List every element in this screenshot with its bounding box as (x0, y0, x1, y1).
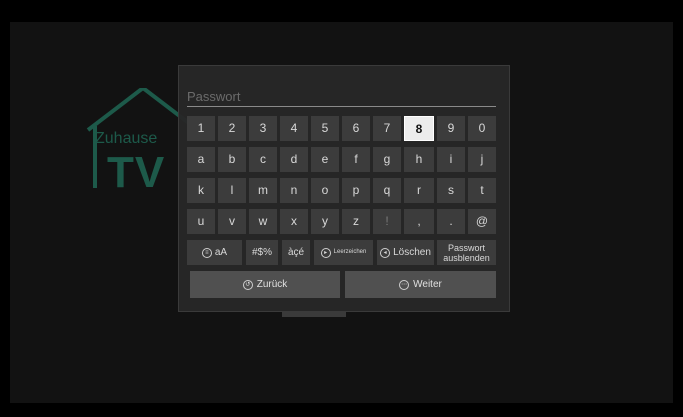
hide-password-key[interactable]: Passwort ausblenden (437, 240, 496, 265)
key-u[interactable]: u (187, 209, 215, 234)
key-1[interactable]: 1 (187, 116, 215, 141)
key-w[interactable]: w (249, 209, 277, 234)
key-t[interactable]: t (468, 178, 496, 203)
key-6[interactable]: 6 (342, 116, 370, 141)
key-o[interactable]: o (311, 178, 339, 203)
key-7[interactable]: 7 (373, 116, 401, 141)
case-toggle-key[interactable]: ≡ aA (187, 240, 242, 265)
next-button[interactable]: ⋯ Weiter (345, 271, 496, 298)
case-toggle-icon: ≡ (201, 247, 212, 258)
space-label: Leerzeichen (333, 249, 367, 255)
key-h[interactable]: h (404, 147, 434, 172)
space-icon: ▸ (320, 247, 331, 258)
brand-line2: TV (107, 148, 166, 197)
key-n[interactable]: n (280, 178, 308, 203)
key-r[interactable]: r (404, 178, 434, 203)
key-exclamation[interactable]: ! (373, 209, 401, 234)
key-f[interactable]: f (342, 147, 370, 172)
key-comma[interactable]: , (404, 209, 434, 234)
next-icon: ⋯ (399, 279, 410, 290)
key-l[interactable]: l (218, 178, 246, 203)
next-label: Weiter (413, 279, 442, 290)
key-v[interactable]: v (218, 209, 246, 234)
accents-label: àçé (287, 247, 305, 258)
space-key[interactable]: ▸ Leerzeichen (314, 240, 373, 265)
key-j[interactable]: j (468, 147, 496, 172)
back-button[interactable]: ↺ Zurück (190, 271, 340, 298)
key-k[interactable]: k (187, 178, 215, 203)
key-b[interactable]: b (218, 147, 246, 172)
key-x[interactable]: x (280, 209, 308, 234)
key-q[interactable]: q (373, 178, 401, 203)
symbols-key[interactable]: #$% (246, 240, 278, 265)
key-period[interactable]: . (437, 209, 465, 234)
key-y[interactable]: y (311, 209, 339, 234)
key-s[interactable]: s (437, 178, 465, 203)
hide-password-line2: ausblenden (443, 252, 490, 263)
hide-password-line1: Passwort (447, 242, 485, 253)
key-4[interactable]: 4 (280, 116, 308, 141)
delete-label: Löschen (393, 247, 431, 258)
symbols-label: #$% (251, 247, 272, 258)
key-3[interactable]: 3 (249, 116, 277, 141)
key-c[interactable]: c (249, 147, 277, 172)
key-a[interactable]: a (187, 147, 215, 172)
panel-handle (282, 311, 346, 317)
key-g[interactable]: g (373, 147, 401, 172)
back-label: Zurück (256, 279, 288, 290)
key-i[interactable]: i (437, 147, 465, 172)
key-d[interactable]: d (280, 147, 308, 172)
key-e[interactable]: e (311, 147, 339, 172)
key-z[interactable]: z (342, 209, 370, 234)
delete-key[interactable]: ◂ Löschen (377, 240, 434, 265)
key-9[interactable]: 9 (437, 116, 465, 141)
key-m[interactable]: m (249, 178, 277, 203)
key-0[interactable]: 0 (468, 116, 496, 141)
key-5[interactable]: 5 (311, 116, 339, 141)
case-toggle-label: aA (214, 247, 228, 258)
key-p[interactable]: p (342, 178, 370, 203)
brand-line1: Zuhause (95, 130, 158, 147)
accents-key[interactable]: àçé (282, 240, 310, 265)
key-8-selected[interactable]: 8 (404, 116, 434, 141)
back-icon: ↺ (242, 279, 253, 290)
key-2[interactable]: 2 (218, 116, 246, 141)
key-at[interactable]: @ (468, 209, 496, 234)
delete-icon: ◂ (380, 247, 391, 258)
password-input[interactable]: Passwort (187, 88, 496, 107)
